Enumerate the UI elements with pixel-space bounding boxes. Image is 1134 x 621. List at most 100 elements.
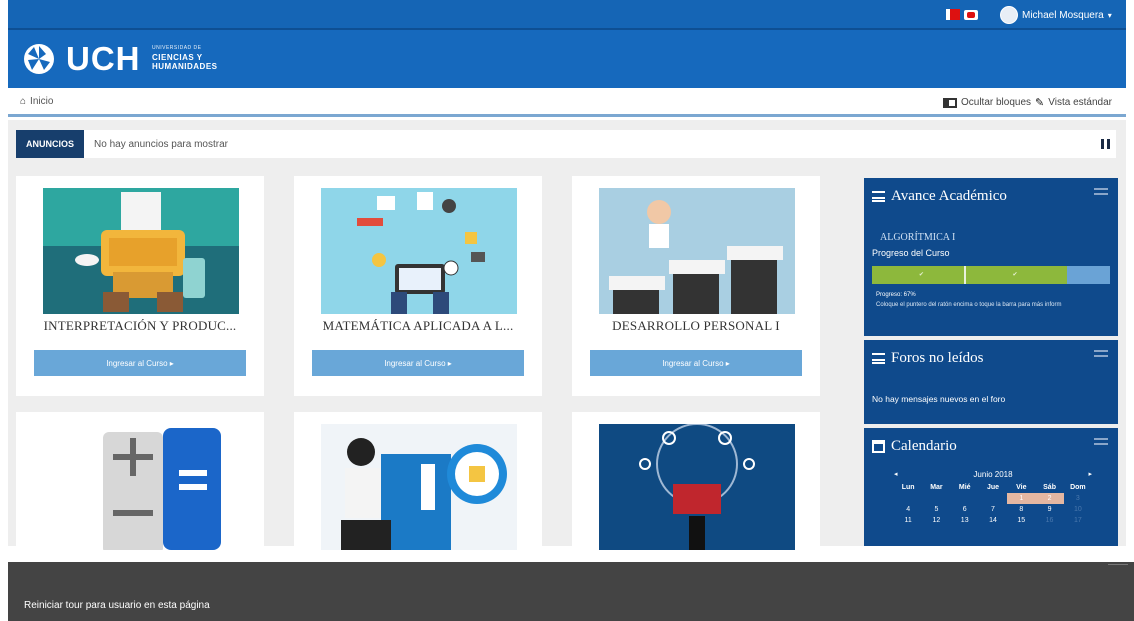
course-progress-bar[interactable]: ✔ ✔ <box>872 266 1110 284</box>
foros-message: No hay mensajes nuevos en el foro <box>872 394 1006 404</box>
progress-course-name[interactable]: ALGORÍTMICA I <box>880 232 955 243</box>
course-title[interactable]: MATEMÁTICA APLICADA A L... <box>294 318 542 334</box>
course-image-typewriter <box>43 188 239 314</box>
weekday: Vie <box>1016 484 1027 491</box>
progress-divider <box>963 266 966 284</box>
uch-logo-icon[interactable] <box>22 42 56 76</box>
logo-subtitle: UNIVERSIDAD DE CIENCIAS Y HUMANIDADES <box>152 44 218 71</box>
logo-subtitle-line1: CIENCIAS Y <box>152 53 203 62</box>
avatar <box>1000 6 1018 24</box>
calendar-day[interactable]: 9 <box>1035 504 1063 515</box>
course-grid: INTERPRETACIÓN Y PRODUC... Ingresar al C… <box>16 176 834 550</box>
calendar-grid: Lun Mar Mié Jue Vie Sáb Dom 1 2 3 4 5 6 … <box>894 482 1092 526</box>
course-card[interactable] <box>16 412 264 550</box>
progress-label: Progreso del Curso <box>872 248 950 258</box>
user-name: Michael Mosquera <box>1022 9 1104 21</box>
hide-blocks-link[interactable]: Ocultar bloques <box>961 97 1031 108</box>
dock-block-icon[interactable] <box>1094 188 1108 195</box>
course-title[interactable]: DESARROLLO PERSONAL I <box>572 318 820 334</box>
logo-wordmark: UCH <box>66 40 141 77</box>
enter-course-button[interactable]: Ingresar al Curso ▸ <box>34 350 246 376</box>
calendar-day-today[interactable]: 1 <box>1007 493 1036 504</box>
course-image-tablet <box>321 188 517 314</box>
calendar-day[interactable]: 11 <box>894 515 922 526</box>
weekday: Sáb <box>1043 484 1056 491</box>
logo-subtitle-line2: HUMANIDADES <box>152 62 218 71</box>
dock-block-icon[interactable] <box>1094 350 1108 357</box>
calendar-day[interactable]: 17 <box>1064 515 1092 526</box>
calendario-block: Calendario ◂ Junio 2018 ▸ Lun Mar Mié Ju… <box>864 428 1118 546</box>
calendar-day[interactable]: 5 <box>922 504 950 515</box>
enter-course-button[interactable]: Ingresar al Curso ▸ <box>312 350 524 376</box>
chat-icon <box>964 10 978 20</box>
calendario-title-row: Calendario <box>872 438 957 455</box>
foros-block: Foros no leídos No hay mensajes nuevos e… <box>864 340 1118 424</box>
header-logo-band: UCH UNIVERSIDAD DE CIENCIAS Y HUMANIDADE… <box>8 30 1126 88</box>
weekday: Jue <box>986 484 1000 491</box>
calendar-day[interactable]: 8 <box>1007 504 1035 515</box>
mini-calendar: ◂ Junio 2018 ▸ Lun Mar Mié Jue Vie Sáb D… <box>894 468 1092 526</box>
dock-block-icon[interactable] <box>1094 438 1108 445</box>
prev-month-icon[interactable]: ◂ <box>894 470 898 478</box>
course-title[interactable]: INTERPRETACIÓN Y PRODUC... <box>16 318 264 334</box>
page-actions: Ocultar bloques ✎ Vista estándar <box>942 96 1112 109</box>
course-image-steps <box>599 188 795 314</box>
announcements-message: No hay anuncios para mostrar <box>94 138 228 150</box>
check-icon: ✔ <box>918 272 924 278</box>
brush-icon: ✎ <box>1035 97 1045 109</box>
progress-fill: ✔ ✔ <box>872 266 1068 284</box>
calendar-day[interactable]: 10 <box>1064 504 1092 515</box>
breadcrumb-bar: ⌂ Inicio Ocultar bloques ✎ Vista estánda… <box>8 88 1126 117</box>
calendar-day <box>979 493 1007 504</box>
announcements-badge: ANUNCIOS <box>16 130 85 158</box>
restart-tour-link[interactable]: Reiniciar tour para usuario en esta pági… <box>24 600 210 611</box>
course-card[interactable]: MATEMÁTICA APLICADA A L... Ingresar al C… <box>294 176 542 396</box>
logo-subtitle-small: UNIVERSIDAD DE <box>152 45 202 51</box>
calendar-day[interactable]: 14 <box>979 515 1007 526</box>
calendar-day[interactable]: 7 <box>979 504 1007 515</box>
avance-title-row: Avance Académico <box>872 188 1007 205</box>
calendar-day <box>922 493 950 504</box>
course-card[interactable] <box>294 412 542 550</box>
breadcrumb[interactable]: ⌂ Inicio <box>20 96 53 107</box>
user-menu[interactable]: Michael Mosquera ▾ <box>1000 6 1112 24</box>
breadcrumb-home[interactable]: Inicio <box>30 96 53 107</box>
next-month-icon[interactable]: ▸ <box>1088 470 1092 478</box>
blocks-icon <box>942 97 957 108</box>
course-image-reader <box>321 424 517 550</box>
progress-percent: Progreso: 67% <box>876 292 916 298</box>
pause-icon[interactable] <box>1101 139 1110 149</box>
progress-hint: Coloque el puntero del ratón encima o to… <box>876 302 1062 308</box>
calendar-month[interactable]: Junio 2018 <box>973 470 1012 479</box>
enter-course-button[interactable]: Ingresar al Curso ▸ <box>590 350 802 376</box>
calendar-day[interactable]: 13 <box>951 515 979 526</box>
chevron-down-icon: ▾ <box>1107 10 1112 20</box>
language-flags-icon[interactable] <box>946 9 980 21</box>
calendar-day[interactable]: 3 <box>1064 493 1092 504</box>
foros-title: Foros no leídos <box>891 350 984 366</box>
calendar-day <box>951 493 979 504</box>
course-card[interactable]: INTERPRETACIÓN Y PRODUC... Ingresar al C… <box>16 176 264 396</box>
calendar-icon <box>872 440 885 453</box>
calendar-day[interactable]: 15 <box>1007 515 1035 526</box>
check-icon: ✔ <box>1012 272 1018 278</box>
course-card[interactable] <box>572 412 820 550</box>
weekday: Mar <box>930 484 943 491</box>
standard-view-link[interactable]: Vista estándar <box>1048 97 1112 108</box>
calendar-day[interactable]: 2 <box>1035 493 1064 504</box>
tour-handle <box>1108 564 1128 568</box>
calendar-day[interactable]: 16 <box>1035 515 1063 526</box>
right-sidebar: Avance Académico ALGORÍTMICA I Progreso … <box>864 178 1118 546</box>
calendario-title: Calendario <box>891 438 957 454</box>
main-content: ANUNCIOS No hay anuncios para mostrar IN… <box>8 120 1126 550</box>
weekday: Mié <box>958 484 971 491</box>
avance-academico-block: Avance Académico ALGORÍTMICA I Progreso … <box>864 178 1118 336</box>
foros-title-row: Foros no leídos <box>872 350 984 367</box>
home-icon: ⌂ <box>20 96 27 107</box>
calendar-day[interactable]: 6 <box>951 504 979 515</box>
course-card[interactable]: DESARROLLO PERSONAL I Ingresar al Curso … <box>572 176 820 396</box>
avance-title: Avance Académico <box>891 188 1007 204</box>
calendar-day[interactable]: 12 <box>922 515 950 526</box>
menu-icon <box>872 191 885 202</box>
calendar-day[interactable]: 4 <box>894 504 922 515</box>
